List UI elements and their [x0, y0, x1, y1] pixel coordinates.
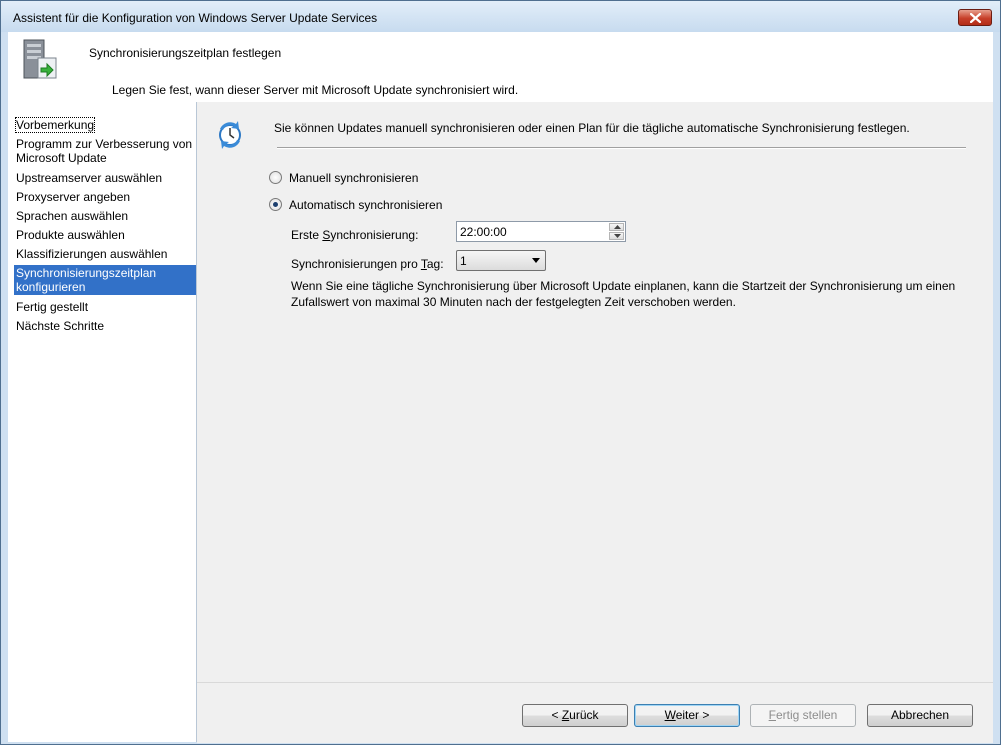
next-button[interactable]: Weiter >	[634, 704, 740, 727]
auto-sync-radio[interactable]	[269, 198, 282, 211]
wizard-steps-sidebar: Vorbemerkung Programm zur Verbesserung v…	[8, 102, 197, 742]
sidebar-item-naechste-schritte[interactable]: Nächste Schritte	[15, 318, 195, 334]
chevron-down-icon	[532, 258, 540, 263]
manual-sync-radio[interactable]	[269, 171, 282, 184]
sidebar-item-klassifizierungen[interactable]: Klassifizierungen auswählen	[15, 246, 195, 262]
sidebar-item-upstreamserver[interactable]: Upstreamserver auswählen	[15, 170, 195, 186]
sidebar-item-produkte[interactable]: Produkte auswählen	[15, 227, 195, 243]
wizard-footer: < Zurück Weiter > Fertig stellen Abbrech…	[197, 682, 993, 743]
sidebar-item-sprachen[interactable]: Sprachen auswählen	[15, 208, 195, 224]
wizard-window: Assistent für die Konfiguration von Wind…	[0, 0, 1001, 745]
server-sync-icon	[20, 38, 60, 82]
wizard-header: Synchronisierungszeitplan festlegen Lege…	[8, 32, 993, 103]
separator	[277, 147, 966, 149]
spin-up-button[interactable]	[609, 223, 624, 231]
cancel-button[interactable]: Abbrechen	[867, 704, 973, 727]
sidebar-item-vorbemerkung[interactable]: Vorbemerkung	[14, 117, 195, 133]
first-sync-label: Erste Synchronisierung:	[291, 228, 419, 242]
page-description: Legen Sie fest, wann dieser Server mit M…	[112, 83, 519, 97]
window-title: Assistent für die Konfiguration von Wind…	[13, 11, 378, 25]
close-button[interactable]	[958, 9, 992, 26]
arrow-up-icon	[614, 225, 621, 229]
first-sync-time-input[interactable]: 22:00:00	[456, 221, 626, 242]
syncs-per-day-label: Synchronisierungen pro Tag:	[291, 257, 444, 271]
syncs-per-day-select[interactable]: 1	[456, 250, 546, 271]
finish-button[interactable]: Fertig stellen	[750, 704, 856, 727]
spin-down-button[interactable]	[609, 232, 624, 240]
title-bar[interactable]: Assistent für die Konfiguration von Wind…	[1, 1, 1000, 32]
arrow-down-icon	[614, 234, 621, 238]
syncs-per-day-value: 1	[460, 254, 467, 268]
sync-clock-icon	[217, 119, 243, 151]
random-delay-note: Wenn Sie eine tägliche Synchronisierung …	[291, 279, 956, 309]
sidebar-item-fertig-gestellt[interactable]: Fertig gestellt	[15, 299, 195, 315]
auto-sync-label: Automatisch synchronisieren	[289, 198, 443, 212]
manual-sync-label: Manuell synchronisieren	[289, 171, 419, 185]
close-icon	[970, 13, 981, 23]
first-sync-time-value: 22:00:00	[460, 225, 507, 239]
intro-text: Sie können Updates manuell synchronisier…	[274, 121, 910, 135]
sidebar-item-proxyserver[interactable]: Proxyserver angeben	[15, 189, 195, 205]
page-title: Synchronisierungszeitplan festlegen	[89, 46, 282, 60]
sidebar-item-verbesserungsprogramm[interactable]: Programm zur Verbesserung von Microsoft …	[15, 136, 195, 166]
time-spinner[interactable]	[609, 223, 624, 240]
sidebar-item-synchronisierungszeitplan[interactable]: Synchronisierungszeitplan konfigurieren	[14, 265, 196, 295]
back-button[interactable]: < Zurück	[522, 704, 628, 727]
wizard-content: Sie können Updates manuell synchronisier…	[197, 102, 993, 682]
